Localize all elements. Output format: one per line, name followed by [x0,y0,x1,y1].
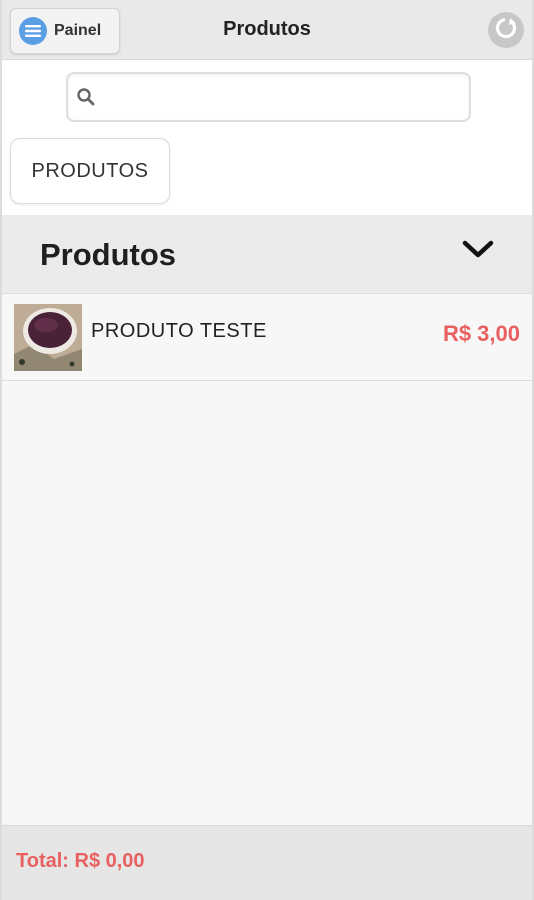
painel-label: Painel [54,22,102,39]
cart-total: Total: R$ 0,00 [16,850,145,872]
search-icon [76,87,96,107]
chevron-down-icon[interactable] [460,237,496,263]
painel-button[interactable]: Painel [10,8,120,54]
top-bar: Painel Produtos [2,0,532,60]
hamburger-menu-icon [19,17,47,45]
section-header[interactable]: Produtos [2,215,532,294]
search-input[interactable] [102,76,469,118]
footer-bar: Total: R$ 0,00 [2,825,532,900]
refresh-button[interactable] [488,12,524,48]
product-price: R$ 3,00 [442,321,520,346]
search-box[interactable] [66,72,471,122]
product-image [14,304,82,371]
product-name: PRODUTO TESTE [91,320,267,342]
search-area: PRODUTOS [2,60,532,215]
refresh-icon [493,15,519,46]
section-title: Produtos [40,237,177,272]
product-row[interactable]: PRODUTO TESTE R$ 3,00 [2,294,532,381]
app-window: Painel Produtos PRODUTOS Produtos PRODUT… [0,0,534,900]
category-button-produtos[interactable]: PRODUTOS [10,138,170,204]
